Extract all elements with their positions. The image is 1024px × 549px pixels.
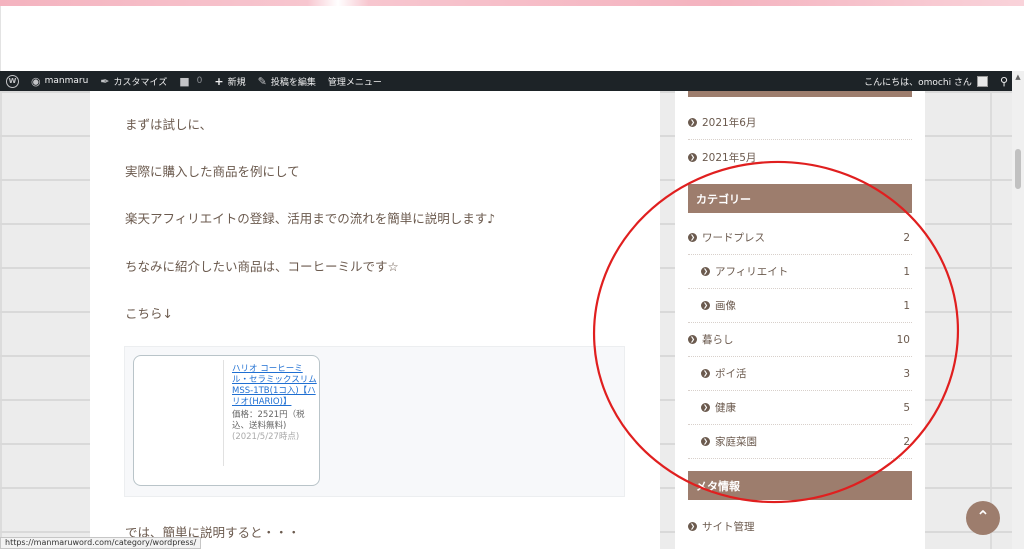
account-menu[interactable]: こんにちは、omochi さん [858, 71, 994, 91]
scroll-thumb[interactable] [1015, 149, 1021, 189]
widget-title-edge [688, 91, 912, 97]
category-item[interactable]: ❯ ワードプレス 2 [688, 221, 912, 255]
product-image[interactable] [138, 360, 224, 466]
category-label: アフィリエイト [715, 266, 789, 278]
admin-menu-label: 管理メニュー [327, 77, 382, 88]
meta-widget-title: メタ情報 [688, 471, 912, 500]
article-content: まずは試しに、 実際に購入した商品を例にして 楽天アフィリエイトの登録、活用まで… [90, 91, 660, 549]
category-item[interactable]: ❯ 暮らし 10 [688, 323, 912, 357]
archive-item[interactable]: ❯ 2021年6月 [688, 106, 912, 140]
wp-logo-button[interactable]: W [0, 71, 25, 91]
category-label: 家庭菜園 [715, 436, 757, 448]
category-count: 2 [903, 435, 910, 448]
product-card: ハリオ コーヒーミル・セラミックスリム MSS-1TB(1コ入)【ハリオ(HAR… [133, 355, 320, 486]
article-paragraph: 実際に購入した商品を例にして [125, 164, 300, 179]
article-paragraph: まずは試しに、 [125, 117, 213, 132]
archive-item[interactable]: ❯ 2021年5月 [688, 140, 912, 174]
category-item[interactable]: ❯ ポイ活 3 [688, 357, 912, 391]
chevron-right-icon: ❯ [701, 301, 710, 310]
brush-icon: ✒ [100, 74, 110, 88]
archive-label: 2021年5月 [702, 151, 757, 164]
edit-post-label: 投稿を編集 [270, 77, 316, 88]
category-count: 1 [903, 265, 910, 278]
comments-count: 0 [196, 76, 203, 86]
customize-label: カスタマイズ [113, 77, 168, 88]
category-item[interactable]: ❯ 画像 1 [688, 289, 912, 323]
greeting-text: こんにちは、omochi さん [864, 77, 972, 88]
new-content-button[interactable]: + 新規 [208, 71, 251, 91]
category-count: 3 [903, 367, 910, 380]
comments-button[interactable]: ■ 0 [173, 71, 208, 91]
new-label: 新規 [227, 77, 246, 88]
product-link[interactable]: ハリオ コーヒーミル・セラミックスリム MSS-1TB(1コ入)【ハリオ(HAR… [232, 364, 317, 408]
category-count: 2 [903, 231, 910, 244]
category-count: 1 [903, 299, 910, 312]
chevron-right-icon: ❯ [701, 403, 710, 412]
chevron-right-icon: ❯ [688, 118, 697, 127]
status-url: https://manmaruword.com/category/wordpre… [0, 537, 202, 549]
category-count: 10 [896, 333, 910, 346]
site-name: manmaru [44, 76, 89, 86]
back-to-top-button[interactable]: ⌃ [966, 501, 1000, 535]
site-header [0, 6, 1024, 71]
product-price: 価格：2521円（税込、送料無料) [232, 410, 305, 431]
admin-menu-button[interactable]: 管理メニュー [322, 71, 388, 91]
meta-label: サイト管理 [702, 520, 755, 533]
category-item[interactable]: ❯ アフィリエイト 1 [688, 255, 912, 289]
search-icon: ⚲ [999, 74, 1008, 88]
edit-post-button[interactable]: ✎ 投稿を編集 [252, 71, 322, 91]
double-chevron-up-icon: ⌃ [976, 507, 990, 526]
chevron-right-icon: ❯ [701, 267, 710, 276]
sidebar: ❯ 2021年6月 ❯ 2021年5月 カテゴリー ❯ ワードプレス 2 ❯ ア… [675, 91, 925, 549]
chevron-right-icon: ❯ [701, 437, 710, 446]
wordpress-icon: W [6, 74, 19, 88]
customize-button[interactable]: ✒ カスタマイズ [94, 71, 173, 91]
category-item[interactable]: ❯ 健康 5 [688, 391, 912, 425]
avatar [976, 75, 988, 87]
article-paragraph: こちら↓ [125, 306, 173, 321]
category-label: ポイ活 [715, 368, 747, 380]
category-count: 5 [903, 401, 910, 414]
category-label: ワードプレス [702, 232, 765, 244]
chevron-right-icon: ❯ [688, 152, 697, 162]
category-item[interactable]: ❯ 家庭菜園 2 [688, 425, 912, 459]
category-label: 暮らし [702, 334, 734, 346]
article-paragraph: 楽天アフィリエイトの登録、活用までの流れを簡単に説明します♪ [125, 211, 496, 226]
site-name-button[interactable]: ◉ manmaru [25, 71, 94, 91]
chevron-right-icon: ❯ [701, 369, 710, 378]
category-label: 画像 [715, 300, 736, 312]
article-paragraph: ちなみに紹介したい商品は、コーヒーミルです☆ [125, 259, 399, 274]
pencil-icon: ✎ [257, 74, 267, 88]
meta-item[interactable]: ❯ サイト管理 [688, 509, 912, 543]
chevron-right-icon: ❯ [688, 521, 697, 531]
archive-label: 2021年6月 [702, 117, 757, 129]
page-scrollbar[interactable]: ▲ [1012, 71, 1024, 549]
category-widget-title: カテゴリー [688, 184, 912, 213]
product-date: (2021/5/27時点) [232, 432, 300, 442]
scroll-up-arrow-icon[interactable]: ▲ [1012, 71, 1024, 83]
category-label: 健康 [715, 402, 736, 414]
plus-icon: + [214, 74, 224, 88]
chevron-right-icon: ❯ [688, 335, 697, 344]
chevron-right-icon: ❯ [688, 233, 697, 242]
dashboard-icon: ◉ [31, 74, 41, 88]
comment-icon: ■ [179, 74, 190, 88]
affiliate-embed: ハリオ コーヒーミル・セラミックスリム MSS-1TB(1コ入)【ハリオ(HAR… [124, 346, 625, 497]
admin-bar: W ◉ manmaru ✒ カスタマイズ ■ 0 + 新規 ✎ 投稿を編集 管理… [0, 71, 1024, 91]
